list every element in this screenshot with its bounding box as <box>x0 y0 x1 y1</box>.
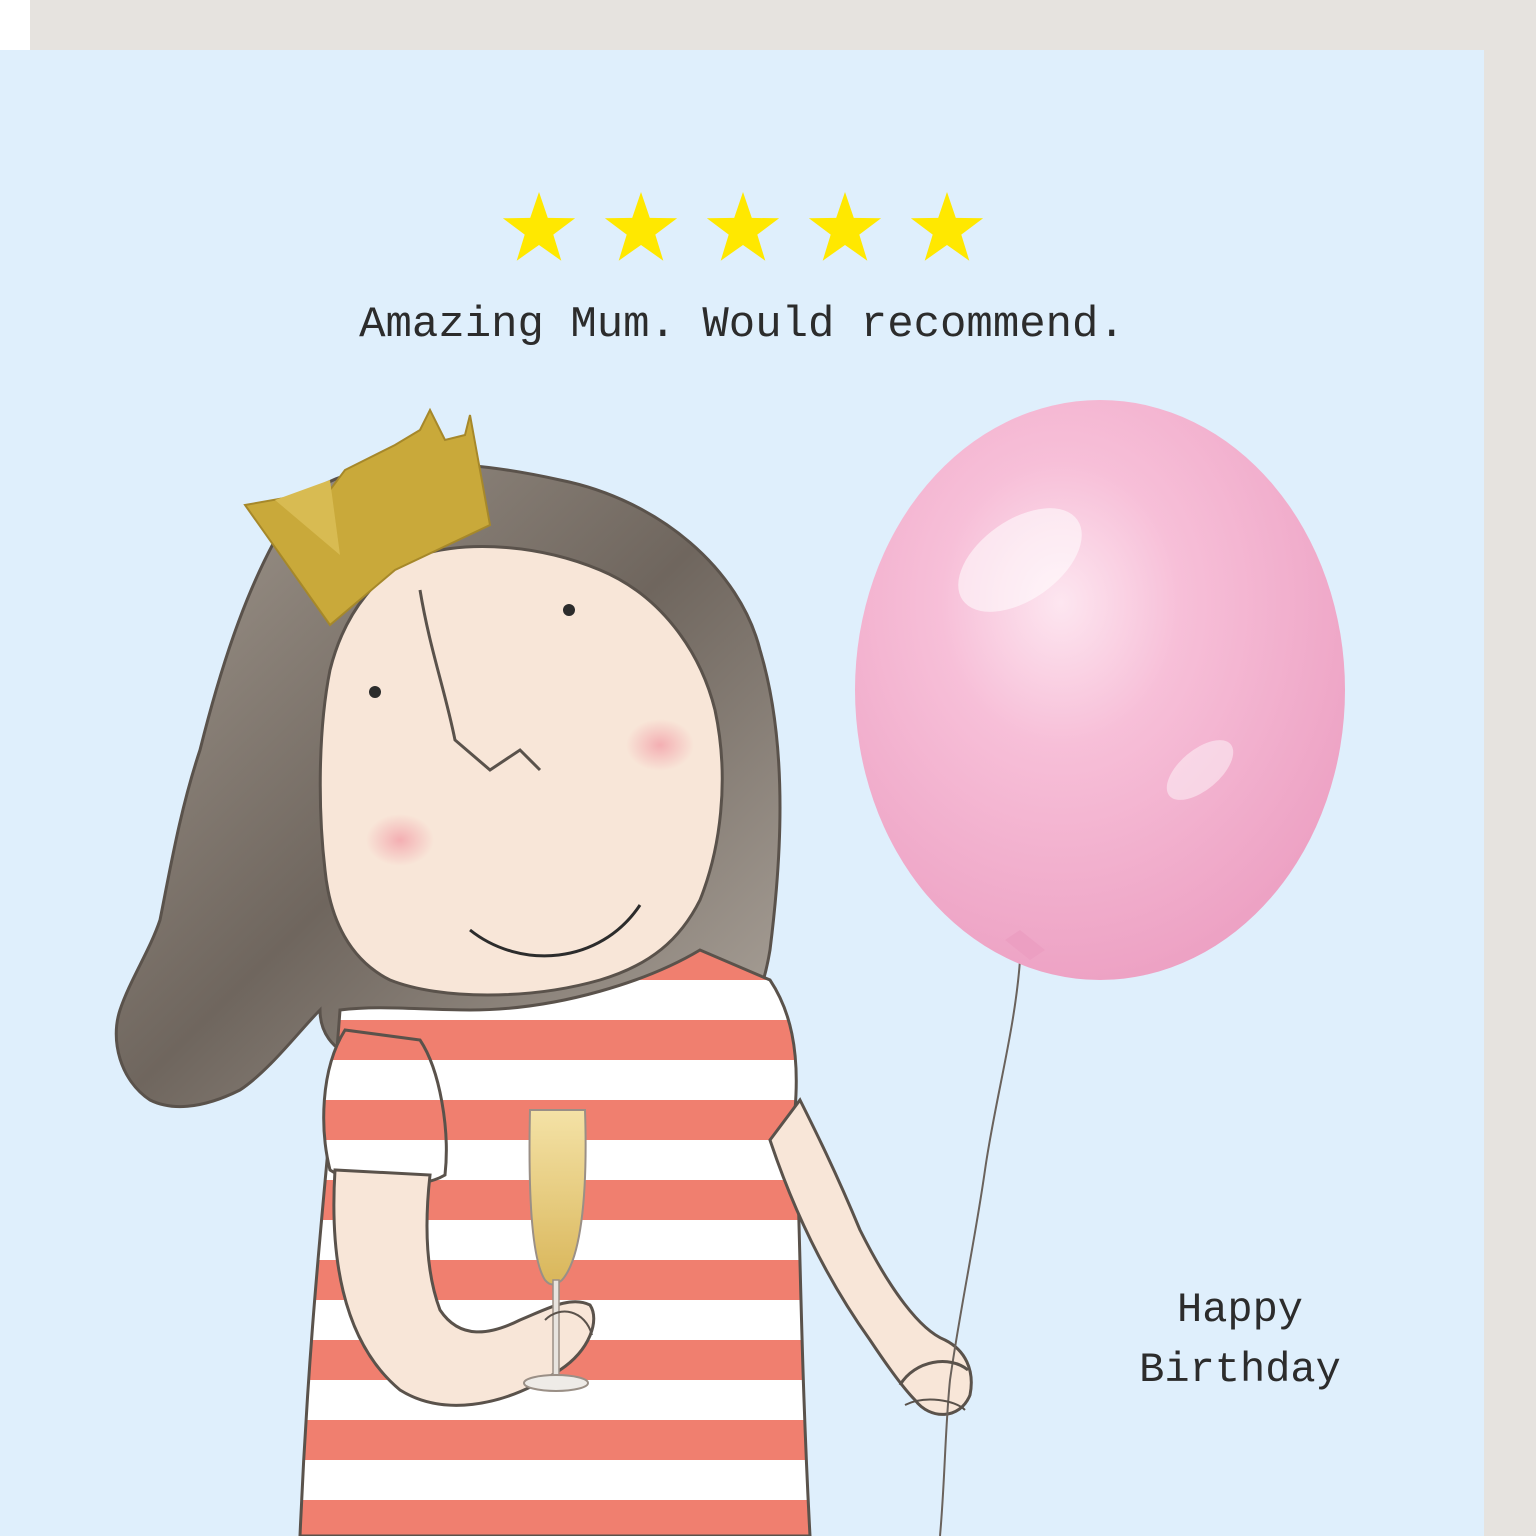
right-eye <box>563 604 575 616</box>
left-eye <box>369 686 381 698</box>
left-sleeve <box>322 1028 448 1188</box>
balloon-string <box>939 959 1021 1536</box>
greeting-card: Amazing Mum. Would recommend. Happy Birt… <box>0 50 1484 1536</box>
right-cheek-blush <box>626 719 694 771</box>
greeting-line-2: Birthday <box>1139 1346 1341 1394</box>
balloon <box>855 400 1345 980</box>
left-cheek-blush <box>366 814 434 866</box>
greeting-line-1: Happy <box>1176 1286 1304 1334</box>
happy-birthday-text: Happy Birthday <box>1080 1280 1400 1400</box>
